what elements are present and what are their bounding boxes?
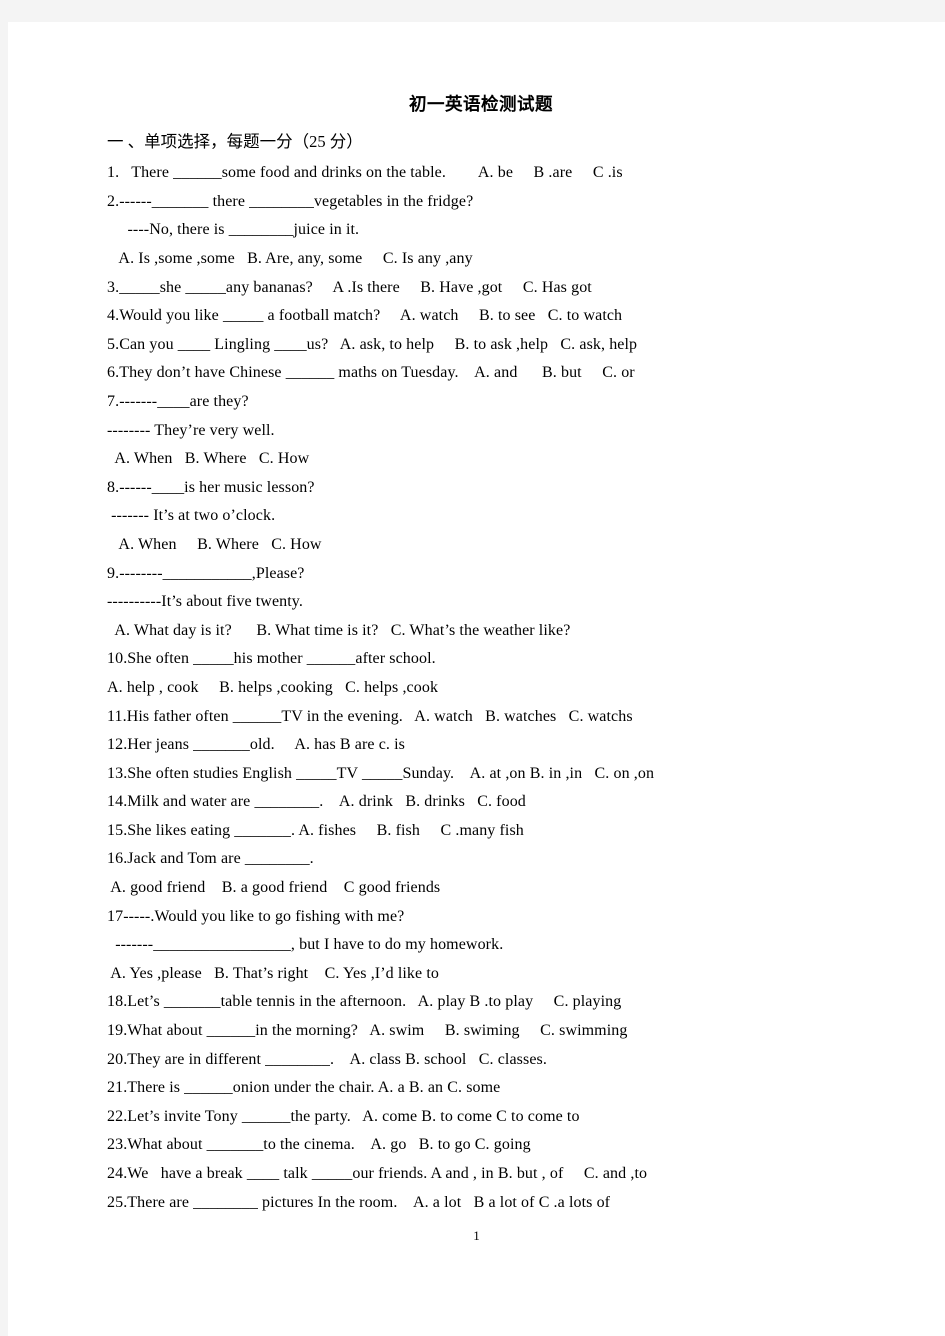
question-line: 18.Let’s _______table tennis in the afte… <box>107 993 622 1011</box>
question-line: 3._____she _____any bananas? A .Is there… <box>107 278 592 296</box>
question-line: ------- It’s at two o’clock. <box>107 507 276 525</box>
question-line: 6.They don’t have Chinese ______ maths o… <box>107 364 635 382</box>
question-line: 20.They are in different ________. A. cl… <box>107 1050 547 1068</box>
question-line: ----No, there is ________juice in it. <box>107 221 360 239</box>
question-line: 1. There ______some food and drinks on t… <box>107 164 623 182</box>
question-line: 11.His father often ______TV in the even… <box>107 707 633 725</box>
question-line: 4.Would you like _____ a football match?… <box>107 307 623 325</box>
question-line: 9.--------___________,Please? <box>107 564 305 582</box>
question-line: A. When B. Where C. How <box>107 450 310 468</box>
question-line: 21.There is ______onion under the chair.… <box>107 1079 501 1097</box>
question-line: 7.-------____are they? <box>107 392 249 410</box>
question-line: 14.Milk and water are ________. A. drink… <box>107 793 526 811</box>
question-line: A. Yes ,please B. That’s right C. Yes ,I… <box>107 964 439 982</box>
page-number: 1 <box>473 1228 480 1243</box>
question-line: 23.What about _______to the cinema. A. g… <box>107 1136 531 1154</box>
question-line: -------_________________, but I have to … <box>107 936 504 954</box>
question-line: 10.She often _____his mother ______after… <box>107 650 436 668</box>
page-title: 初一英语检测试题 <box>409 94 553 114</box>
question-line: A. Is ,some ,some B. Are, any, some C. I… <box>107 250 473 267</box>
question-line: A. What day is it? B. What time is it? C… <box>107 621 571 639</box>
section-heading-multiple-choice: 一 、单项选择，每题一分（25 分） <box>107 131 363 151</box>
question-line: 17-----.Would you like to go fishing wit… <box>107 907 405 925</box>
document-content: 初一英语检测试题 一 、单项选择，每题一分（25 分） 1. There ___… <box>107 92 867 1217</box>
question-line: 5.Can you ____ Lingling ____us? A. ask, … <box>107 335 638 353</box>
question-line: A. good friend B. a good friend C good f… <box>107 879 441 897</box>
question-line: 2.------_______ there ________vegetables… <box>107 192 474 210</box>
question-line: 19.What about ______in the morning? A. s… <box>107 1022 628 1040</box>
question-line: 25.There are ________ pictures In the ro… <box>107 1193 611 1211</box>
question-line: 16.Jack and Tom are ________. <box>107 850 314 868</box>
question-line: 24.We have a break ____ talk _____our fr… <box>107 1165 648 1182</box>
question-line: 22.Let’s invite Tony ______the party. A.… <box>107 1107 580 1125</box>
question-line: ----------It’s about five twenty. <box>107 593 303 611</box>
question-line: A. When B. Where C. How <box>107 535 322 553</box>
question-list: 1. There ______some food and drinks on t… <box>107 159 867 1217</box>
question-line: 13.She often studies English _____TV ___… <box>107 764 655 782</box>
question-line: 15.She likes eating _______. A. fishes B… <box>107 821 524 839</box>
question-line: -------- They’re very well. <box>107 421 275 439</box>
question-line: A. help , cook B. helps ,cooking C. help… <box>107 678 439 696</box>
question-line: 12.Her jeans _______old. A. has B are c.… <box>107 736 405 754</box>
question-line: 8.------____is her music lesson? <box>107 478 315 496</box>
document-page: 初一英语检测试题 一 、单项选择，每题一分（25 分） 1. There ___… <box>8 22 945 1336</box>
